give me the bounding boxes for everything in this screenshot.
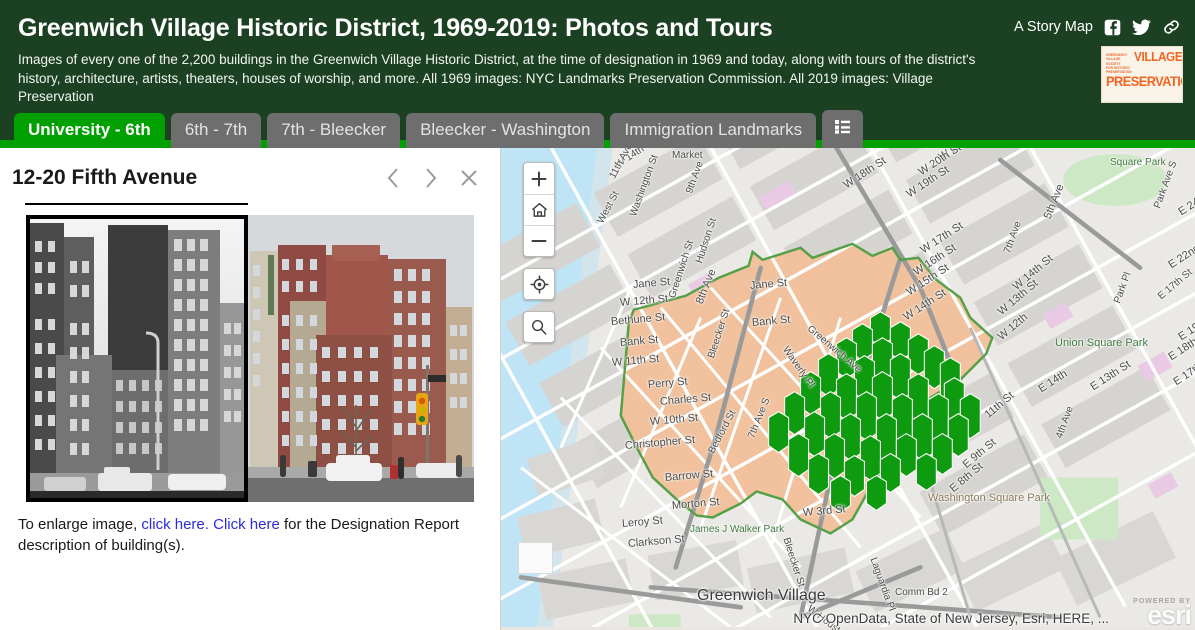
previous-icon[interactable] [382,166,404,190]
home-icon [531,202,547,217]
map-canvas[interactable] [501,148,1195,628]
detail-panel-header: 12-20 Fifth Avenue [0,148,500,194]
photo-caption: To enlarge image, click here. Click here… [18,514,478,556]
tab-immigration-landmarks[interactable]: Immigration Landmarks [610,113,817,148]
zoom-control-group [523,162,555,257]
logo-organization-name: Greenwich Village Society for Historic P… [1106,53,1132,75]
esri-logo: POWERED BY esri [1133,598,1192,630]
detail-title: 12-20 Fifth Avenue [12,166,198,189]
photo-2019 [248,215,474,502]
facebook-icon[interactable] [1104,19,1121,36]
tab-6th-7th[interactable]: 6th - 7th [170,113,262,148]
logo-word-preservation: Preservation [1106,74,1182,90]
page-subtitle: Images of every one of the 2,200 buildin… [18,52,976,104]
locate-button[interactable] [523,268,555,300]
tab-bleecker-washington[interactable]: Bleecker - Washington [406,113,605,148]
caption-text-before: To enlarge image, [18,516,142,533]
zoom-in-button[interactable] [524,163,554,194]
map-inset-placeholder [518,542,553,574]
close-icon[interactable] [458,166,480,190]
locate-icon [529,274,549,294]
search-icon [531,319,547,335]
list-view-icon [835,118,851,134]
next-icon[interactable] [420,166,442,190]
tab-7th-bleecker[interactable]: 7th - Bleecker [267,113,401,148]
tab-bar: University - 6th 6th - 7th 7th - Bleecke… [14,110,864,148]
header-actions: A Story Map [1014,18,1181,36]
zoom-out-button[interactable] [524,225,554,256]
photo-1969 [26,215,248,502]
tab-list-view[interactable] [822,110,864,148]
logo-word-village: Village [1133,50,1183,64]
enlarge-image-link[interactable]: click here. [141,516,209,533]
story-map-app: Greenwich Village Historic District, 196… [0,0,1195,630]
detail-panel: 12-20 Fifth Avenue To enlarge image, cli… [0,148,500,630]
twitter-icon[interactable] [1132,19,1151,36]
map-attribution: NYC OpenData, State of New Jersey, Esri,… [793,611,1109,626]
app-header: Greenwich Village Historic District, 196… [0,0,1195,148]
story-map-label: A Story Map [1014,19,1093,35]
page-title: Greenwich Village Historic District, 196… [18,14,773,42]
search-button[interactable] [523,311,555,343]
village-preservation-logo[interactable]: Greenwich Village Society for Historic P… [1101,46,1183,103]
link-icon[interactable] [1162,18,1181,36]
tab-university-6th[interactable]: University - 6th [14,113,165,148]
title-underline [25,203,248,205]
esri-wordmark: esri [1146,600,1192,630]
before-after-photo[interactable] [26,215,474,502]
minus-icon [531,240,547,242]
main-content: 12-20 Fifth Avenue To enlarge image, cli… [0,148,1195,630]
designation-report-link[interactable]: Click here [213,516,280,533]
home-button[interactable] [524,194,554,225]
detail-nav [382,166,480,190]
plus-icon [531,171,547,186]
map-controls [523,162,555,343]
map-view[interactable]: Market W 14th St West St 11th Ave Washington… [500,148,1195,630]
